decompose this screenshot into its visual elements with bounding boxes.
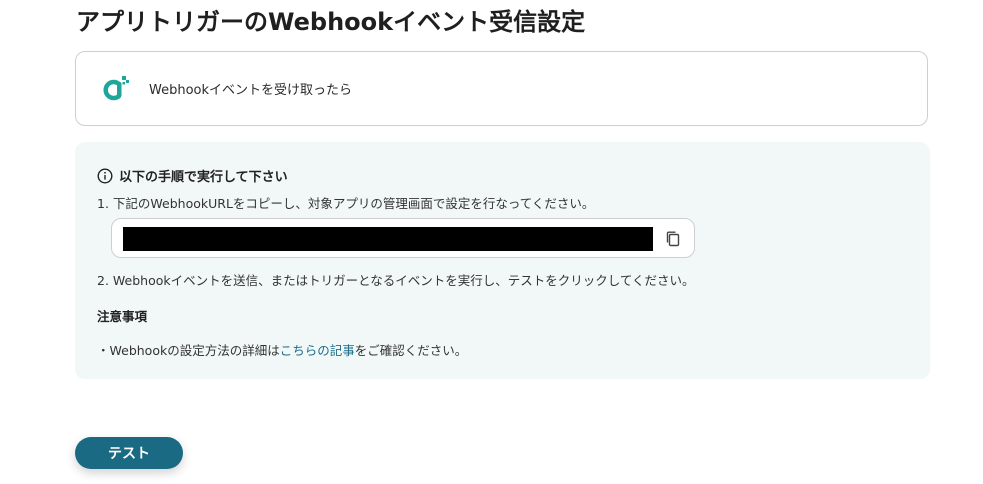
test-button[interactable]: テスト xyxy=(75,437,183,469)
instructions-heading: 以下の手順で実行して下さい xyxy=(97,166,288,185)
info-icon xyxy=(97,167,113,184)
instructions-heading-text: 以下の手順で実行して下さい xyxy=(119,170,288,185)
notes-suffix: をご確認ください。 xyxy=(354,343,468,358)
notes-line: ・Webhookの設定方法の詳細はこちらの記事をご確認ください。 xyxy=(97,340,467,359)
trigger-label: Webhookイベントを受け取ったら xyxy=(149,83,353,98)
step-2-text: 2. Webhookイベントを送信、またはトリガーとなるイベントを実行し、テスト… xyxy=(97,273,695,288)
step-1-text: 1. 下記のWebhookURLをコピーし、対象アプリの管理画面で設定を行なって… xyxy=(97,196,595,211)
instructions-panel: 以下の手順で実行して下さい 1. 下記のWebhookURLをコピーし、対象アプ… xyxy=(75,142,930,379)
page: アプリトリガーのWebhookイベント受信設定 Webhookイベントを受け取っ… xyxy=(0,0,983,484)
webhook-url-redacted xyxy=(123,227,653,251)
page-title: アプリトリガーのWebhookイベント受信設定 xyxy=(76,8,586,36)
webhook-app-icon xyxy=(100,73,132,105)
copy-url-button[interactable] xyxy=(662,228,684,250)
trigger-card[interactable]: Webhookイベントを受け取ったら xyxy=(75,51,928,126)
article-link[interactable]: こちらの記事 xyxy=(280,343,355,358)
webhook-url-field[interactable] xyxy=(111,218,695,258)
notes-heading: 注意事項 xyxy=(97,309,148,324)
copy-icon xyxy=(666,231,680,247)
notes-prefix: ・Webhookの設定方法の詳細は xyxy=(97,343,280,358)
